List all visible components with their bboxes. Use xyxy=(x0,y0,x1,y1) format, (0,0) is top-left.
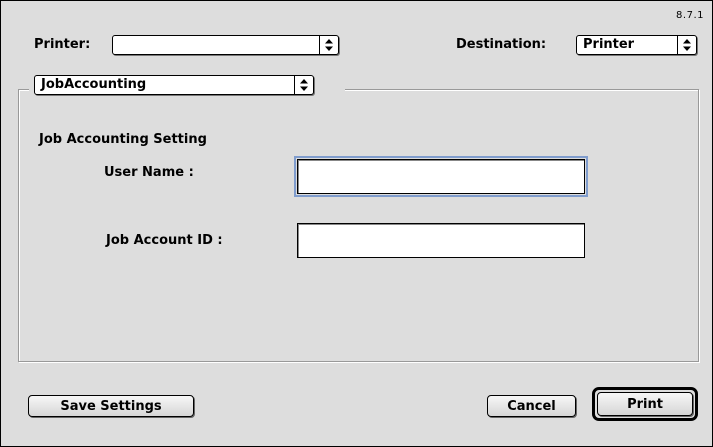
printer-label: Printer: xyxy=(34,37,91,52)
job-account-id-input[interactable] xyxy=(298,224,584,257)
version-label: 8.7.1 xyxy=(676,10,704,21)
panel-popup-value: JobAccounting xyxy=(41,77,147,92)
up-down-arrows-icon xyxy=(294,76,313,94)
print-button[interactable]: Print xyxy=(597,392,693,416)
destination-popup[interactable]: Printer xyxy=(576,35,697,55)
printer-popup[interactable] xyxy=(112,35,339,55)
user-name-field[interactable] xyxy=(294,156,588,197)
destination-popup-value: Printer xyxy=(583,37,635,52)
user-name-label: User Name : xyxy=(104,165,194,180)
section-title: Job Accounting Setting xyxy=(39,132,207,147)
up-down-arrows-icon xyxy=(319,36,338,54)
destination-label: Destination: xyxy=(456,37,547,52)
job-account-id-field[interactable] xyxy=(297,223,585,258)
up-down-arrows-icon xyxy=(677,36,696,54)
print-dialog: 8.7.1 Printer: Destination: Printer JobA… xyxy=(0,0,713,447)
cancel-button[interactable]: Cancel xyxy=(487,395,576,417)
user-name-input[interactable] xyxy=(298,160,584,193)
job-account-id-label: Job Account ID : xyxy=(106,233,223,248)
save-settings-button[interactable]: Save Settings xyxy=(28,395,194,417)
panel-popup[interactable]: JobAccounting xyxy=(34,75,314,95)
